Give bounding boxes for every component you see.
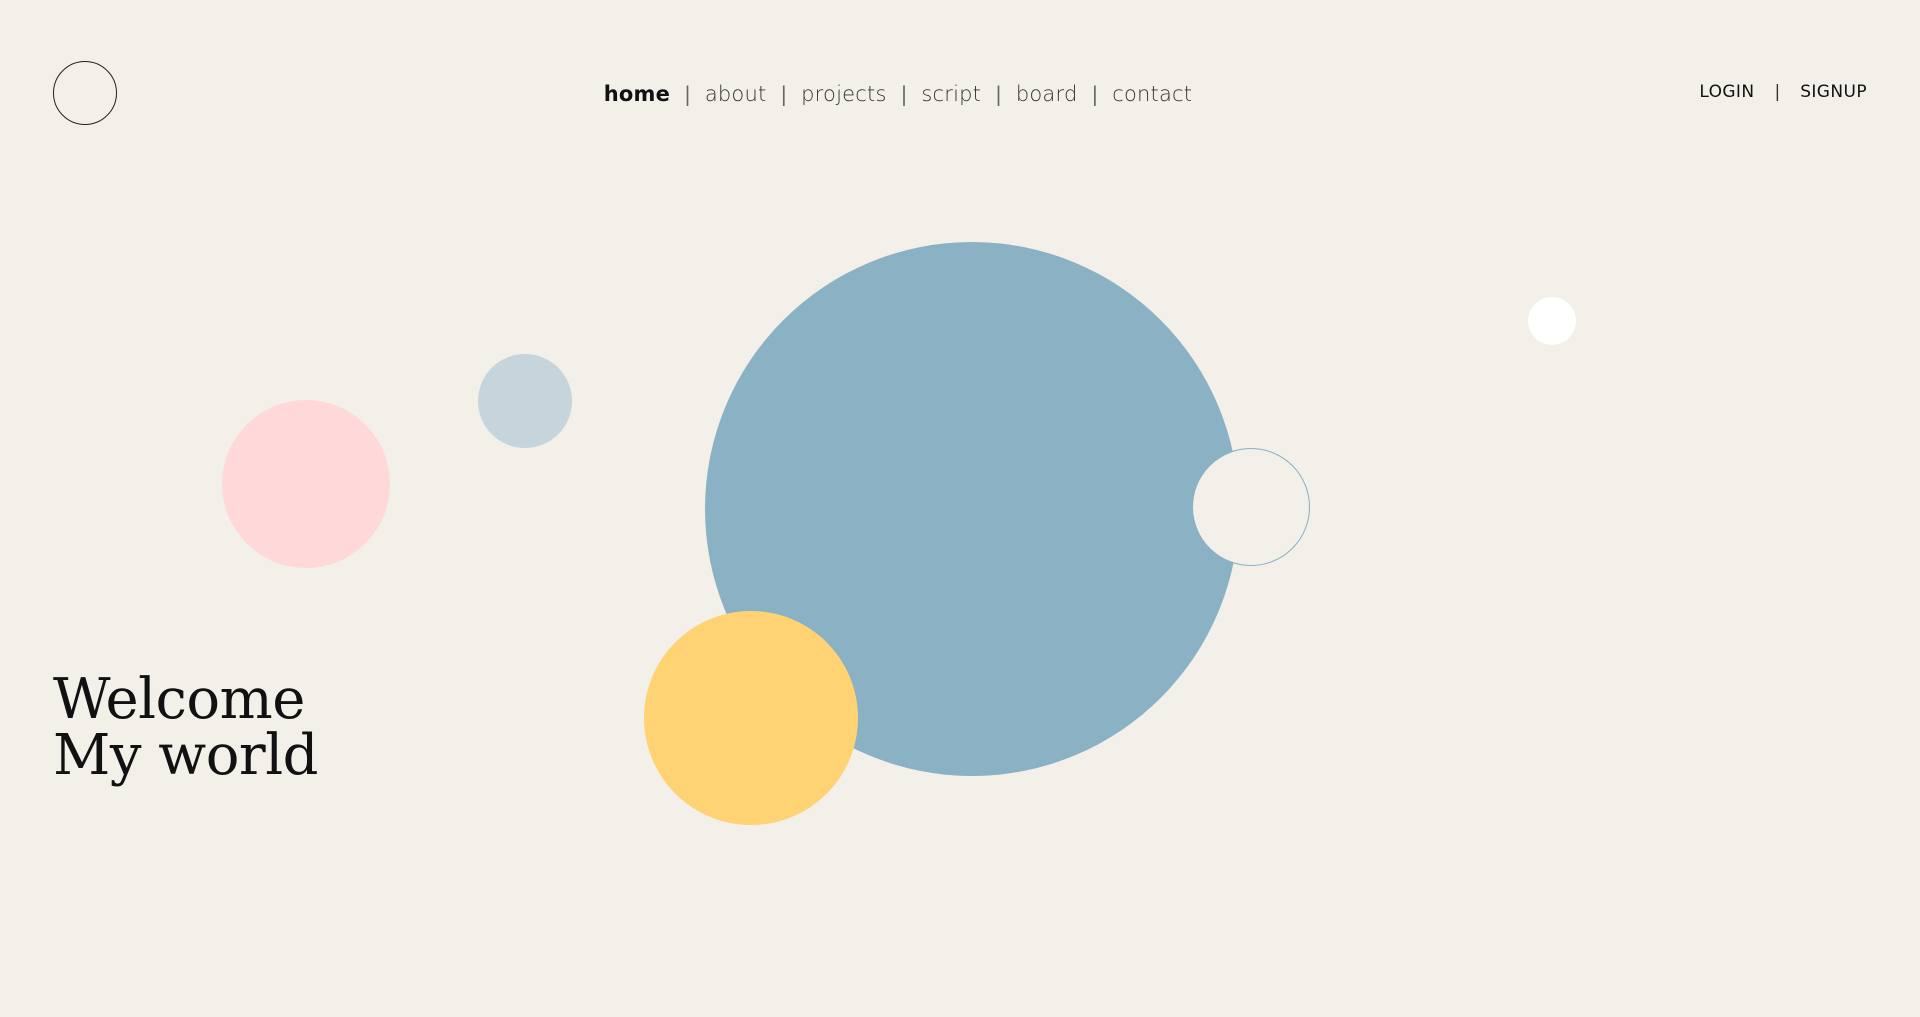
- outlined-ring-circle-decoration: [1192, 448, 1310, 566]
- pink-circle-decoration: [222, 400, 390, 568]
- nav-item-script[interactable]: script: [921, 82, 981, 106]
- yellow-circle-decoration: [644, 611, 858, 825]
- nav-separator: |: [1091, 82, 1099, 106]
- nav-separator: |: [900, 82, 908, 106]
- hero-title-line-1: Welcome: [53, 667, 305, 732]
- auth-separator: |: [1774, 82, 1781, 102]
- nav-separator: |: [995, 82, 1002, 106]
- nav-separator: |: [684, 82, 691, 106]
- hero-title: Welcome My world: [53, 672, 318, 784]
- nav-item-contact[interactable]: contact: [1112, 82, 1192, 106]
- main-nav: home | about | projects | script | board…: [0, 78, 1920, 110]
- white-dot-circle-decoration: [1528, 297, 1576, 345]
- hero-title-line-2: My world: [53, 723, 318, 788]
- auth-nav: LOGIN | SIGNUP: [1699, 82, 1867, 102]
- nav-separator: |: [780, 82, 788, 106]
- grey-blue-circle-decoration: [478, 354, 572, 448]
- signup-link[interactable]: SIGNUP: [1800, 82, 1867, 102]
- nav-item-home[interactable]: home: [604, 82, 670, 106]
- nav-item-projects[interactable]: projects: [801, 82, 886, 106]
- login-link[interactable]: LOGIN: [1699, 82, 1754, 102]
- logo-circle-icon[interactable]: [53, 61, 117, 125]
- nav-item-board[interactable]: board: [1016, 82, 1078, 106]
- nav-item-about[interactable]: about: [705, 82, 767, 106]
- main-nav-items: home | about | projects | script | board…: [604, 82, 1192, 106]
